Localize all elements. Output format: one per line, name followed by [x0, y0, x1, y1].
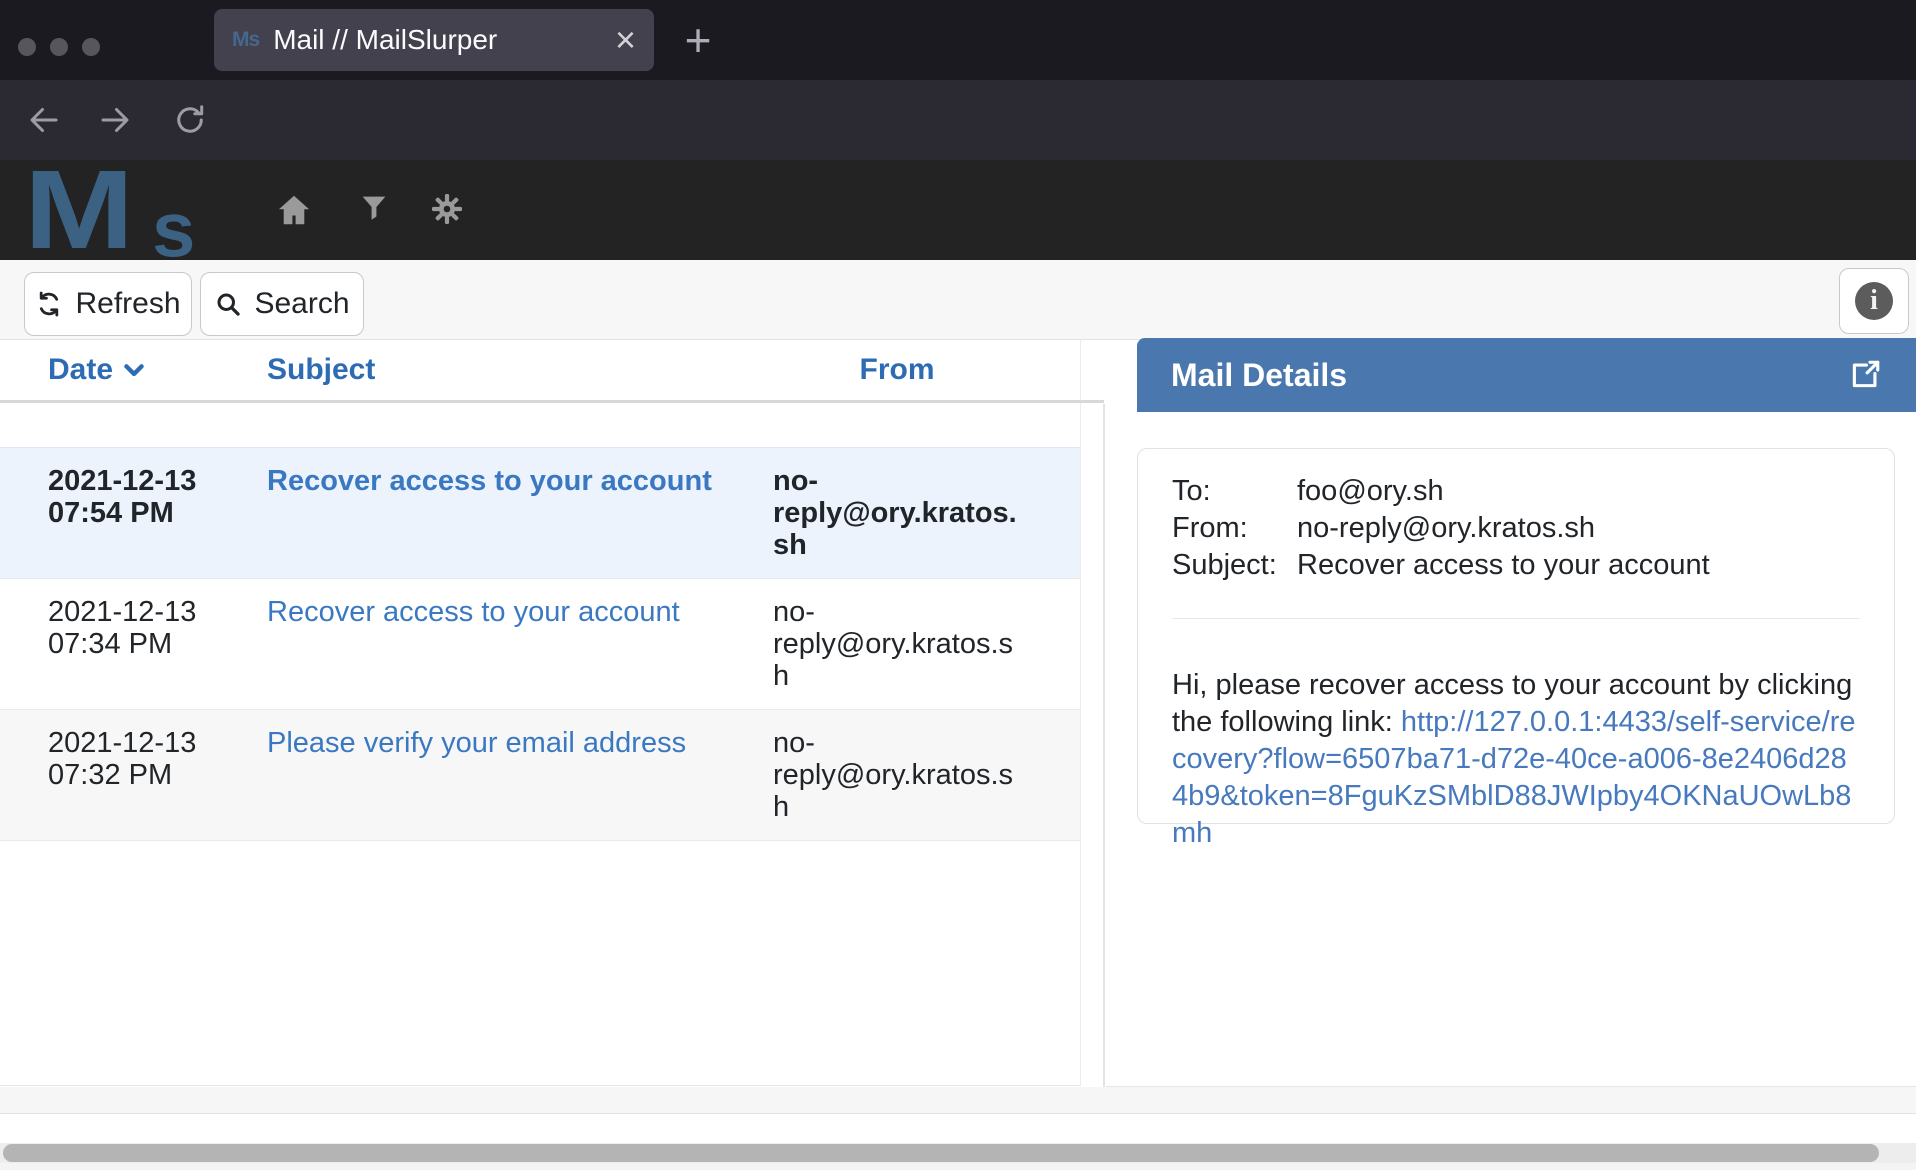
mailslurper-logo: M s — [24, 160, 234, 260]
column-header-from[interactable]: From — [773, 353, 1033, 387]
to-value: foo@ory.sh — [1297, 473, 1444, 510]
tab-close-icon[interactable]: × — [615, 25, 636, 55]
logo-letter-s: s — [152, 185, 195, 260]
mail-rows: 2021-12-13 07:54 PM Recover access to yo… — [0, 447, 1080, 841]
table-row[interactable]: 2021-12-13 07:34 PM Recover access to yo… — [0, 578, 1080, 709]
mail-list-header: Date Subject From — [0, 340, 1080, 400]
mail-details-title: Mail Details — [1171, 357, 1848, 394]
mail-subject-link[interactable]: Recover access to your account — [267, 465, 773, 497]
from-label: From: — [1172, 510, 1297, 547]
table-row[interactable]: 2021-12-13 07:54 PM Recover access to yo… — [0, 447, 1080, 578]
mail-subject-link[interactable]: Recover access to your account — [267, 596, 773, 628]
window-controls[interactable] — [18, 38, 100, 56]
mail-date: 2021-12-13 07:54 PM — [0, 465, 267, 529]
sort-desc-icon — [123, 362, 145, 379]
tab-title: Mail // MailSlurper — [273, 24, 603, 56]
mail-date: 2021-12-13 07:34 PM — [0, 596, 267, 660]
mail-date: 2021-12-13 07:32 PM — [0, 727, 267, 791]
horizontal-scrollbar[interactable] — [0, 1143, 1916, 1163]
new-tab-button[interactable]: + — [672, 14, 724, 66]
table-row[interactable]: 2021-12-13 07:32 PM Please verify your e… — [0, 709, 1080, 841]
window-control-dot[interactable] — [18, 38, 36, 56]
back-icon[interactable] — [26, 102, 62, 138]
logo-letter-m: M — [24, 160, 134, 260]
refresh-button-label: Refresh — [75, 287, 180, 321]
search-button-label: Search — [254, 287, 349, 321]
detail-to-row: To: foo@ory.sh — [1172, 473, 1860, 510]
mail-details-header: Mail Details — [1137, 338, 1916, 412]
tab-bar: Ms Mail // MailSlurper × + — [0, 0, 1916, 80]
scrollbar-thumb[interactable] — [3, 1144, 1879, 1162]
from-value: no-reply@ory.kratos.sh — [1297, 510, 1595, 547]
gear-icon[interactable] — [429, 191, 467, 229]
mailslurper-favicon: Ms — [232, 28, 259, 52]
to-label: To: — [1172, 473, 1297, 510]
browser-window: Ms Mail // MailSlurper × + 127.0.0.1:443… — [0, 0, 1916, 1170]
action-strip: Refresh Search i — [0, 260, 1916, 340]
window-control-dot[interactable] — [82, 38, 100, 56]
mail-body: Hi, please recover access to your accoun… — [1172, 667, 1860, 852]
info-icon: i — [1855, 282, 1893, 320]
browser-toolbar: 127.0.0.1:4436/# 90% » — [0, 80, 1916, 160]
search-button[interactable]: Search — [200, 272, 364, 336]
info-button[interactable]: i — [1839, 268, 1909, 334]
mail-details-card: To: foo@ory.sh From: no-reply@ory.kratos… — [1137, 448, 1895, 824]
panel-divider — [1103, 404, 1105, 1114]
column-header-subject[interactable]: Subject — [267, 353, 773, 387]
mailslurper-navbar: M s — [0, 160, 1916, 260]
home-icon[interactable] — [275, 191, 313, 229]
forward-icon[interactable] — [97, 102, 133, 138]
refresh-icon — [35, 290, 63, 318]
column-header-date[interactable]: Date — [0, 353, 267, 387]
mail-subject-link[interactable]: Please verify your email address — [267, 727, 773, 759]
search-icon — [214, 290, 242, 318]
reload-icon[interactable] — [172, 102, 208, 138]
mail-from: no-reply@ory.kratos.sh — [773, 727, 1033, 823]
bottom-edge — [0, 1163, 1916, 1170]
refresh-button[interactable]: Refresh — [24, 272, 192, 336]
footer-strip — [0, 1087, 1916, 1114]
detail-from-row: From: no-reply@ory.kratos.sh — [1172, 510, 1860, 547]
detail-subject-row: Subject: Recover access to your account — [1172, 547, 1860, 584]
mail-list-panel: Date Subject From 2021-12-13 07:54 PM Re… — [0, 340, 1081, 1086]
mail-from: no-reply@ory.kratos.sh — [773, 465, 1033, 561]
subject-value: Recover access to your account — [1297, 547, 1710, 584]
subject-label: Subject: — [1172, 547, 1297, 584]
column-header-date-label: Date — [48, 353, 113, 386]
filter-icon[interactable] — [357, 191, 395, 229]
browser-tab[interactable]: Ms Mail // MailSlurper × — [214, 9, 654, 71]
external-link-icon[interactable] — [1848, 358, 1882, 392]
mail-from: no-reply@ory.kratos.sh — [773, 596, 1033, 692]
window-control-dot[interactable] — [50, 38, 68, 56]
details-divider — [1172, 618, 1860, 619]
header-divider — [0, 400, 1104, 403]
